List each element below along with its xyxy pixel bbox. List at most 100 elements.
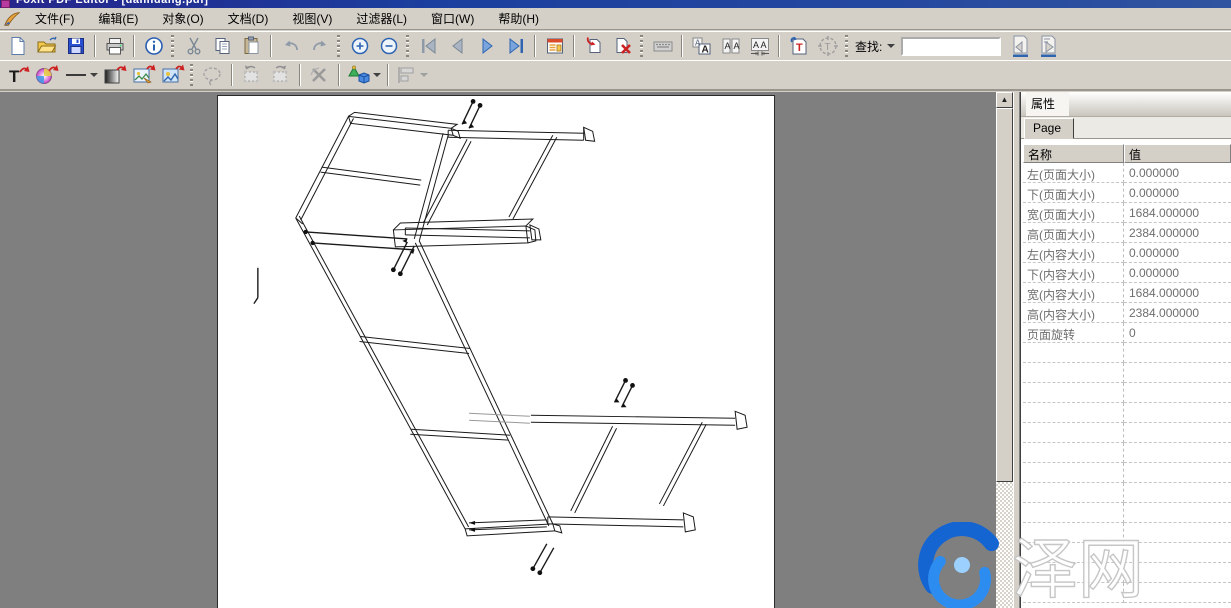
property-row[interactable]: 下(页面大小) 0.000000 <box>1023 183 1231 203</box>
separator <box>94 35 96 57</box>
property-value[interactable]: 1684.000000 <box>1124 203 1231 223</box>
toolbar-grip[interactable] <box>190 64 193 86</box>
find-previous-button[interactable] <box>1005 33 1034 59</box>
property-value[interactable]: 2384.000000 <box>1124 223 1231 243</box>
zoom-out-button[interactable] <box>374 33 403 59</box>
redo-button[interactable] <box>305 33 334 59</box>
toolbar-grip[interactable] <box>845 35 848 57</box>
property-row[interactable]: 左(内容大小) 0.000000 <box>1023 243 1231 263</box>
insert-page-button[interactable] <box>579 33 608 59</box>
toolbar-grip[interactable] <box>337 35 340 57</box>
toolbar-grip[interactable] <box>171 35 174 57</box>
separator <box>133 35 135 57</box>
print-button[interactable] <box>100 33 129 59</box>
scroll-thumb[interactable] <box>996 108 1013 482</box>
text-tool-button[interactable]: T <box>813 33 842 59</box>
toolbar-grip[interactable] <box>640 35 643 57</box>
property-value[interactable]: 0.000000 <box>1124 183 1231 203</box>
rotate-left-button[interactable] <box>237 62 266 88</box>
document-info-button[interactable] <box>139 33 168 59</box>
find-options-dropdown[interactable] <box>884 37 897 55</box>
edit-shading-button[interactable] <box>100 62 129 88</box>
menu-item[interactable]: 编辑(E) <box>89 8 147 30</box>
edit-color-button[interactable] <box>32 62 61 88</box>
column-header-name[interactable]: 名称 <box>1023 144 1124 163</box>
property-row[interactable]: 下(内容大小) 0.000000 <box>1023 263 1231 283</box>
property-value[interactable]: 0 <box>1124 323 1231 343</box>
char-spacing-button[interactable]: A A <box>745 33 774 59</box>
property-row[interactable]: 宽(内容大小) 1684.000000 <box>1023 283 1231 303</box>
panel-splitter[interactable] <box>1013 92 1020 608</box>
property-row[interactable]: 高(页面大小) 2384.000000 <box>1023 223 1231 243</box>
next-page-button[interactable] <box>472 33 501 59</box>
property-value[interactable]: 0.000000 <box>1124 243 1231 263</box>
property-value[interactable]: 0.000000 <box>1124 263 1231 283</box>
rotate-right-button[interactable] <box>266 62 295 88</box>
property-value[interactable]: 1684.000000 <box>1124 283 1231 303</box>
font-width-button[interactable]: A A <box>716 33 745 59</box>
properties-tabs: Page <box>1021 117 1231 139</box>
document-workspace[interactable] <box>0 92 1013 608</box>
prev-page-button[interactable] <box>443 33 472 59</box>
ladder-top-right <box>405 127 594 240</box>
property-row-empty <box>1023 523 1231 543</box>
align-icon <box>395 64 419 86</box>
align-objects-button[interactable] <box>393 62 430 88</box>
menu-item[interactable]: 帮助(H) <box>489 8 548 30</box>
property-name: 下(页面大小) <box>1023 183 1124 203</box>
find-next-button[interactable] <box>1034 33 1063 59</box>
menu-item[interactable]: 视图(V) <box>283 8 341 30</box>
menu-item[interactable]: 窗口(W) <box>422 8 483 30</box>
first-page-button[interactable] <box>414 33 443 59</box>
zoom-in-button[interactable] <box>345 33 374 59</box>
line-style-button[interactable] <box>61 62 100 88</box>
paste-button[interactable] <box>237 33 266 59</box>
property-value[interactable]: 0.000000 <box>1124 163 1231 183</box>
bolt-heads <box>303 99 634 575</box>
open-folder-icon <box>37 36 57 56</box>
cut-button[interactable] <box>179 33 208 59</box>
property-value[interactable]: 2384.000000 <box>1124 303 1231 323</box>
edit-text-button[interactable]: T <box>3 62 32 88</box>
new-button[interactable] <box>3 33 32 59</box>
pdf-page[interactable] <box>217 95 775 608</box>
replace-image-button[interactable] <box>158 62 187 88</box>
image-edit-icon <box>132 64 156 86</box>
property-row[interactable]: 高(内容大小) 2384.000000 <box>1023 303 1231 323</box>
scroll-up-button[interactable]: ▲ <box>996 92 1013 108</box>
menu-item[interactable]: 过滤器(L) <box>347 8 416 30</box>
form-window-icon <box>545 36 565 56</box>
replace-font-button[interactable]: A A <box>687 33 716 59</box>
find-input[interactable] <box>901 37 1001 56</box>
page-layout-button[interactable] <box>540 33 569 59</box>
delete-page-button[interactable] <box>608 33 637 59</box>
add-text-button[interactable]: T <box>784 33 813 59</box>
undo-button[interactable] <box>276 33 305 59</box>
property-row[interactable]: 页面旋转 0 <box>1023 323 1231 343</box>
save-button[interactable] <box>61 33 90 59</box>
menu-item[interactable]: 文档(D) <box>219 8 278 30</box>
rotate-left-icon <box>240 64 264 86</box>
last-page-button[interactable] <box>501 33 530 59</box>
copy-button[interactable] <box>208 33 237 59</box>
property-row-empty <box>1023 503 1231 523</box>
property-row[interactable]: 左(页面大小) 0.000000 <box>1023 163 1231 183</box>
insert-shape-button[interactable] <box>344 62 383 88</box>
edit-image-button[interactable] <box>129 62 158 88</box>
open-button[interactable] <box>32 33 61 59</box>
scissors-icon <box>184 36 204 56</box>
window-title: Foxit PDF Editor - [danhuang.pdf] <box>16 0 208 6</box>
select-objects-button[interactable] <box>198 62 227 88</box>
menu-item[interactable]: 对象(O) <box>153 8 212 30</box>
first-page-icon <box>418 36 440 56</box>
document-vertical-scrollbar[interactable]: ▲ <box>996 92 1013 608</box>
toolbar-grip[interactable] <box>406 35 409 57</box>
column-header-value[interactable]: 值 <box>1124 144 1231 163</box>
line-icon <box>63 64 89 86</box>
menu-item[interactable]: 文件(F) <box>26 8 83 30</box>
delete-object-button[interactable] <box>305 62 334 88</box>
virtual-keyboard-button[interactable] <box>648 33 677 59</box>
property-row-empty <box>1023 363 1231 383</box>
property-row[interactable]: 宽(页面大小) 1684.000000 <box>1023 203 1231 223</box>
tab-page[interactable]: Page <box>1024 118 1074 139</box>
